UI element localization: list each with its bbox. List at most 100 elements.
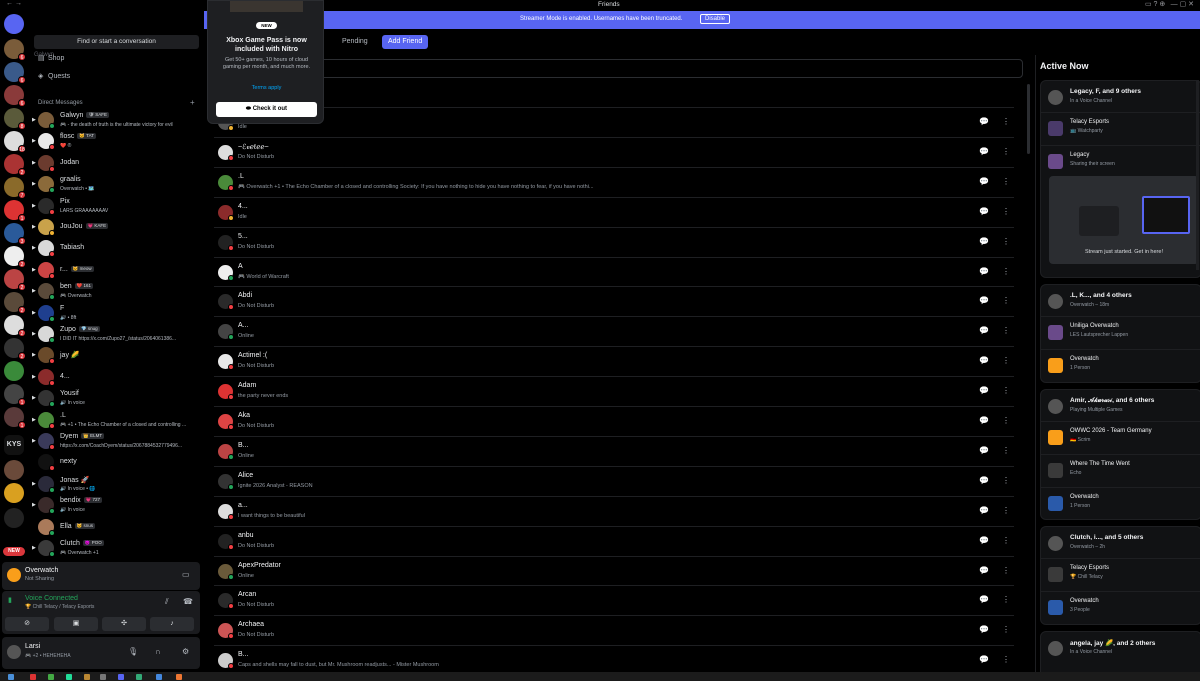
caret-right-icon[interactable]: ▶: [32, 481, 36, 487]
share-screen-icon[interactable]: ▭: [182, 570, 190, 579]
dm-item[interactable]: ▶ Jonas 🚀 🔊 In voice • 🌐: [32, 475, 200, 496]
more-options-icon[interactable]: ⋮: [1000, 206, 1012, 218]
server-icon[interactable]: 2: [4, 269, 26, 291]
more-options-icon[interactable]: ⋮: [1000, 236, 1012, 248]
server-icon[interactable]: 2: [4, 246, 26, 268]
settings-gear-icon[interactable]: ⚙: [182, 647, 189, 656]
nav-shop[interactable]: ▤ Shop: [38, 54, 64, 62]
more-options-icon[interactable]: ⋮: [1000, 624, 1012, 636]
dm-item[interactable]: Ella 🐱 snus: [32, 518, 200, 539]
message-icon[interactable]: 💬: [978, 176, 990, 188]
caret-right-icon[interactable]: ▶: [32, 160, 36, 166]
message-icon[interactable]: 💬: [978, 475, 990, 487]
window-buttons[interactable]: — ▢ ✕: [1171, 0, 1194, 8]
more-options-icon[interactable]: ⋮: [1000, 116, 1012, 128]
server-icon[interactable]: [4, 361, 24, 381]
voice-channel[interactable]: 🏆 Chill Telacy / Telacy Esports: [25, 604, 94, 610]
dm-item[interactable]: ▶ Pix LARS GRAAAAAAAV: [32, 197, 200, 218]
message-icon[interactable]: 💬: [978, 325, 990, 337]
server-icon[interactable]: 8: [4, 108, 26, 130]
dm-item[interactable]: ▶ Clutch 😈 POO 🎮 Overwatch +1: [32, 539, 200, 560]
more-options-icon[interactable]: ⋮: [1000, 475, 1012, 487]
message-icon[interactable]: 💬: [978, 206, 990, 218]
dm-item[interactable]: ▶ Tabiash: [32, 239, 200, 260]
friend-row[interactable]: Adam the party never ends 💬 ⋮: [214, 376, 1014, 406]
server-icon[interactable]: [4, 483, 24, 503]
mic-icon[interactable]: 🎙: [128, 647, 138, 656]
caret-right-icon[interactable]: ▶: [32, 545, 36, 551]
message-icon[interactable]: 💬: [978, 594, 990, 606]
active-now-card[interactable]: .L, K..., and 4 others Overwatch – 18m Uni…: [1040, 284, 1200, 383]
server-icon[interactable]: 2: [4, 315, 26, 337]
discord-home-icon[interactable]: [4, 14, 24, 34]
friend-row[interactable]: A... Online 💬 ⋮: [214, 316, 1014, 346]
caret-right-icon[interactable]: ▶: [32, 331, 36, 337]
headphones-icon[interactable]: ∩: [155, 647, 161, 656]
more-options-icon[interactable]: ⋮: [1000, 565, 1012, 577]
server-icon[interactable]: 18: [4, 131, 26, 153]
dm-item[interactable]: ▶ graalis Overwatch • 🗺️: [32, 175, 200, 196]
dm-item[interactable]: ▶ Dyem 👑 ELMT https://x.com/CoachDyem/statu…: [32, 432, 200, 453]
caret-right-icon[interactable]: ▶: [32, 395, 36, 401]
server-icon[interactable]: 6: [4, 39, 26, 61]
more-options-icon[interactable]: ⋮: [1000, 176, 1012, 188]
more-options-icon[interactable]: ⋮: [1000, 295, 1012, 307]
app-icon[interactable]: [156, 674, 162, 680]
active-now-scrollbar[interactable]: [1196, 80, 1199, 270]
activities-button[interactable]: ✣: [102, 617, 146, 631]
more-options-icon[interactable]: ⋮: [1000, 654, 1012, 666]
message-icon[interactable]: 💬: [978, 445, 990, 457]
friend-row[interactable]: .L 🎮 Overwatch +1 • The Echo Chamber of a…: [214, 166, 1014, 197]
friend-row[interactable]: Idle 💬 ⋮: [214, 107, 1014, 137]
friend-row[interactable]: A 🎮 World of Warcraft 💬 ⋮: [214, 256, 1014, 287]
dm-item[interactable]: nexty: [32, 453, 200, 474]
server-icon[interactable]: 2: [4, 292, 26, 314]
nav-quests[interactable]: ◈ Quests: [38, 72, 70, 80]
friend-row[interactable]: 4... Idle 💬 ⋮: [214, 196, 1014, 227]
caret-right-icon[interactable]: ▶: [32, 117, 36, 123]
disconnect-icon[interactable]: ☎: [183, 597, 193, 606]
server-icon[interactable]: 3: [4, 223, 26, 245]
caret-right-icon[interactable]: ▶: [32, 245, 36, 251]
caret-right-icon[interactable]: ▶: [32, 224, 36, 230]
noise-suppression-icon[interactable]: ⫽: [165, 597, 169, 607]
dm-item[interactable]: ▶ .L 🎮 +1 • The Echo Chamber of a closed a…: [32, 411, 200, 432]
caret-right-icon[interactable]: ▶: [32, 310, 36, 316]
caret-right-icon[interactable]: ▶: [32, 203, 36, 209]
friend-row[interactable]: 5... Do Not Disturb 💬 ⋮: [214, 226, 1014, 257]
server-icon[interactable]: 1: [4, 407, 26, 429]
start-icon[interactable]: [8, 674, 14, 680]
active-now-card[interactable]: Amir, 𝒜𝓀𝓊𝓇𝒶𝓈𝒾, and 6 others Playing Multi…: [1040, 389, 1200, 520]
friend-row[interactable]: anbu Do Not Disturb 💬 ⋮: [214, 525, 1014, 556]
message-icon[interactable]: 💬: [978, 415, 990, 427]
new-badge[interactable]: NEW: [3, 547, 25, 556]
friend-row[interactable]: Archaea Do Not Disturb 💬 ⋮: [214, 615, 1014, 645]
caret-right-icon[interactable]: ▶: [32, 417, 36, 423]
dm-item[interactable]: ▶ Yousif 🔊 In voice: [32, 389, 200, 410]
dm-item[interactable]: ▶ ben ❤️ 161 🎮 Overwatch: [32, 282, 200, 303]
dm-item[interactable]: ▶ r... 🐱 meow: [32, 261, 200, 282]
server-icon[interactable]: 1: [4, 384, 26, 406]
friend-row[interactable]: Alice Ignite 2026 Analyst - REASON 💬 ⋮: [214, 465, 1014, 496]
caret-right-icon[interactable]: ▶: [32, 138, 36, 144]
caret-right-icon[interactable]: ▶: [32, 438, 36, 444]
message-icon[interactable]: 💬: [978, 295, 990, 307]
dm-item[interactable]: ▶ F 🔊 • 8ft: [32, 304, 200, 325]
server-icon[interactable]: 6: [4, 85, 26, 107]
message-icon[interactable]: 💬: [978, 116, 990, 128]
history-nav[interactable]: ← →: [6, 0, 22, 7]
more-options-icon[interactable]: ⋮: [1000, 146, 1012, 158]
message-icon[interactable]: 💬: [978, 266, 990, 278]
friend-row[interactable]: ApexPredator Online 💬 ⋮: [214, 555, 1014, 586]
active-now-card[interactable]: Legacy, F, and 9 others In a Voice Channe…: [1040, 80, 1200, 278]
message-icon[interactable]: 💬: [978, 355, 990, 367]
caret-right-icon[interactable]: ▶: [32, 288, 36, 294]
create-dm-icon[interactable]: +: [190, 98, 195, 107]
server-kys[interactable]: KYS: [4, 435, 24, 455]
friend-row[interactable]: Aka Do Not Disturb 💬 ⋮: [214, 406, 1014, 436]
stream-preview[interactable]: Stream just started. Get in here!: [1049, 176, 1199, 264]
dm-item[interactable]: ▶ 4...: [32, 368, 200, 389]
caret-right-icon[interactable]: ▶: [32, 181, 36, 187]
tab-pending[interactable]: Pending: [342, 35, 368, 49]
message-icon[interactable]: 💬: [978, 146, 990, 158]
